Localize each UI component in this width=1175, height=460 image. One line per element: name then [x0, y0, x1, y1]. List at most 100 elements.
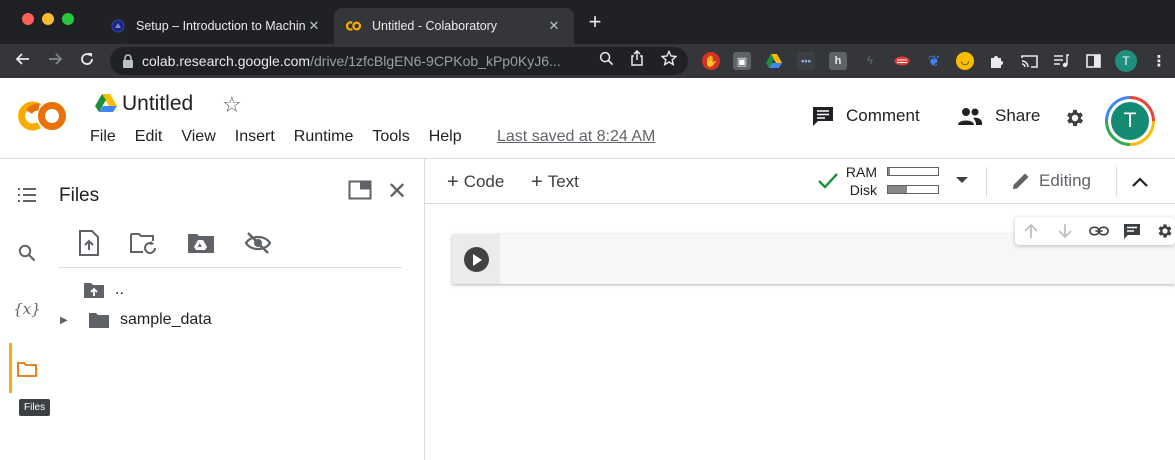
files-divider	[58, 267, 402, 268]
upload-file-icon[interactable]	[75, 229, 103, 257]
menu-file[interactable]: File	[90, 128, 116, 146]
tree-item-label: ..	[115, 281, 124, 298]
colab-header: Untitled ☆ File Edit View Insert Runtime…	[0, 78, 1175, 159]
pencil-icon	[1011, 171, 1031, 191]
notebook-body	[425, 204, 1175, 460]
editing-mode-button[interactable]: Editing	[1011, 171, 1091, 191]
menu-insert[interactable]: Insert	[235, 128, 275, 146]
hide-icon[interactable]	[244, 229, 272, 257]
share-button[interactable]: Share	[957, 106, 1040, 126]
extension-drive-icon[interactable]	[765, 52, 783, 70]
tab-title: Setup – Introduction to Machin	[136, 19, 306, 33]
disk-label: Disk	[849, 182, 877, 198]
gear-icon[interactable]	[1064, 107, 1086, 134]
share-page-icon[interactable]	[628, 49, 646, 67]
close-icon[interactable]: ✕	[387, 177, 407, 206]
variables-icon[interactable]: {x}	[13, 297, 41, 321]
chevron-up-icon[interactable]	[1125, 167, 1155, 197]
menu-tools[interactable]: Tools	[372, 128, 409, 146]
browser-tab-colab[interactable]: Untitled - Colaboratory ✕	[334, 8, 574, 44]
drive-icon[interactable]	[95, 93, 117, 118]
tab-title: Untitled - Colaboratory	[372, 19, 498, 33]
media-control-icon[interactable]	[1052, 52, 1070, 70]
url-host: colab.research.google.com	[142, 53, 311, 69]
add-text-button[interactable]: + Text	[531, 171, 579, 194]
extension-emoji-icon[interactable]: ◡	[956, 52, 974, 70]
resources-dropdown-icon[interactable]	[956, 177, 968, 183]
ram-usage-bar	[887, 167, 939, 176]
share-label: Share	[995, 106, 1041, 125]
extension-feather-icon[interactable]: ❦	[925, 52, 943, 70]
star-icon[interactable]: ☆	[222, 92, 242, 118]
menu-runtime[interactable]: Runtime	[294, 128, 354, 146]
new-tab-button[interactable]: +	[585, 11, 605, 33]
extension-shield-icon[interactable]: ✋	[702, 52, 720, 70]
minimize-window-button[interactable]	[42, 13, 54, 25]
extension-bolt-icon[interactable]: ϟ	[861, 52, 879, 70]
files-tooltip: Files	[19, 399, 51, 416]
cast-icon[interactable]	[1020, 52, 1038, 70]
move-down-icon[interactable]	[1055, 221, 1075, 241]
menu-bar: File Edit View Insert Runtime Tools Help	[90, 128, 481, 146]
zoom-icon[interactable]	[597, 49, 615, 67]
tree-item-parent[interactable]: ..	[83, 281, 124, 299]
search-icon[interactable]	[15, 241, 39, 265]
toolbar-divider	[1116, 167, 1117, 197]
browser-toolbar: colab.research.google.com/drive/1zfcBlgE…	[0, 44, 1175, 78]
link-icon[interactable]	[1089, 221, 1109, 241]
people-icon	[957, 107, 983, 125]
side-panel-icon[interactable]	[1084, 52, 1102, 70]
table-of-contents-icon[interactable]	[15, 183, 39, 207]
tab-close-icon[interactable]: ✕	[306, 18, 322, 34]
comment-icon[interactable]	[1122, 221, 1142, 241]
notebook-title[interactable]: Untitled	[122, 92, 193, 116]
browser-tab-setup[interactable]: Setup – Introduction to Machin ✕	[98, 8, 334, 44]
extension-h-icon[interactable]: h	[829, 52, 847, 70]
avatar-initial: T	[1111, 102, 1149, 140]
tab-close-icon[interactable]: ✕	[546, 18, 562, 34]
avatar-gap: T	[1108, 99, 1152, 143]
folder-icon	[88, 311, 110, 329]
ram-usage-fill	[888, 168, 890, 175]
tab-favicon-icon	[110, 18, 126, 34]
browser-menu-icon[interactable]: ⋮	[1150, 52, 1168, 70]
extensions-puzzle-icon[interactable]	[988, 52, 1006, 70]
close-window-button[interactable]	[22, 13, 34, 25]
cell-gutter	[452, 234, 500, 284]
maximize-window-button[interactable]	[62, 13, 74, 25]
tree-item-sample-data[interactable]: ▶ sample_data	[60, 311, 212, 329]
menu-edit[interactable]: Edit	[135, 128, 163, 146]
url-path: /drive/1zfcBlgEN6-9CPKob_kPp0KyJ6...	[310, 53, 561, 69]
back-icon[interactable]	[12, 50, 34, 72]
extension-screen-icon[interactable]: •••	[797, 52, 815, 70]
folder-icon[interactable]	[15, 357, 39, 381]
refresh-folder-icon[interactable]	[130, 229, 158, 257]
editing-label: Editing	[1039, 171, 1091, 190]
colab-logo-icon[interactable]	[18, 98, 70, 139]
comment-icon	[812, 106, 834, 126]
add-text-label: Text	[547, 172, 579, 191]
mount-drive-icon[interactable]	[187, 229, 215, 257]
add-code-button[interactable]: + Code	[447, 171, 504, 194]
menu-help[interactable]: Help	[429, 128, 462, 146]
disk-usage-bar	[887, 185, 939, 194]
menu-view[interactable]: View	[181, 128, 215, 146]
settings-icon[interactable]	[1155, 221, 1175, 241]
extension-red-icon[interactable]	[893, 52, 911, 70]
last-saved-link[interactable]: Last saved at 8:24 AM	[497, 128, 655, 146]
forward-icon[interactable]	[44, 50, 66, 72]
browser-profile-avatar[interactable]: T	[1115, 50, 1137, 72]
run-cell-button[interactable]	[464, 247, 489, 272]
tree-item-label: sample_data	[120, 311, 212, 328]
account-avatar[interactable]: T	[1105, 96, 1155, 146]
move-up-icon[interactable]	[1021, 221, 1041, 241]
reload-icon[interactable]	[76, 50, 98, 72]
comment-button[interactable]: Comment	[812, 106, 920, 126]
expand-arrow-icon[interactable]: ▶	[60, 315, 70, 326]
toolbar-divider	[986, 167, 987, 197]
extension-puzzle-grey-icon[interactable]: ▣	[733, 52, 751, 70]
open-in-tab-icon[interactable]	[348, 180, 372, 205]
add-code-label: Code	[463, 172, 505, 191]
cell-toolbar	[1015, 217, 1175, 245]
bookmark-star-icon[interactable]	[660, 49, 678, 67]
